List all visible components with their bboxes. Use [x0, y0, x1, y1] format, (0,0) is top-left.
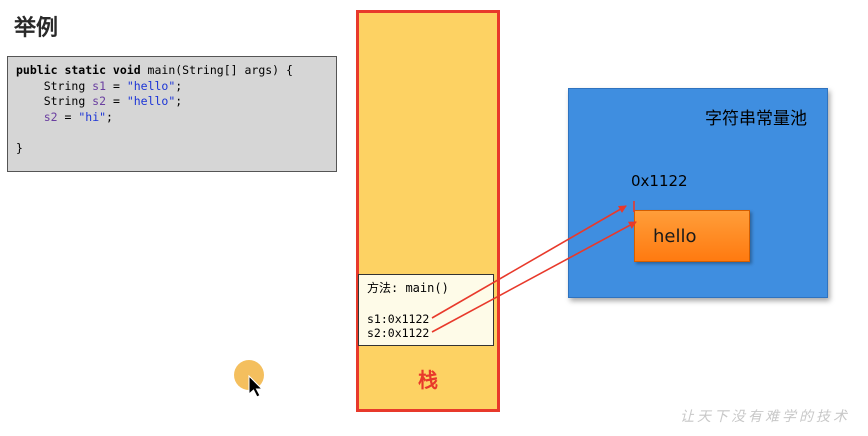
s2-reference-arrow: [431, 221, 637, 333]
reference-arrows: [431, 201, 637, 333]
mouse-cursor-icon: [248, 375, 264, 398]
s1-reference-arrow: [431, 205, 627, 319]
watermark-text: 让天下没有难学的技术: [680, 409, 850, 425]
